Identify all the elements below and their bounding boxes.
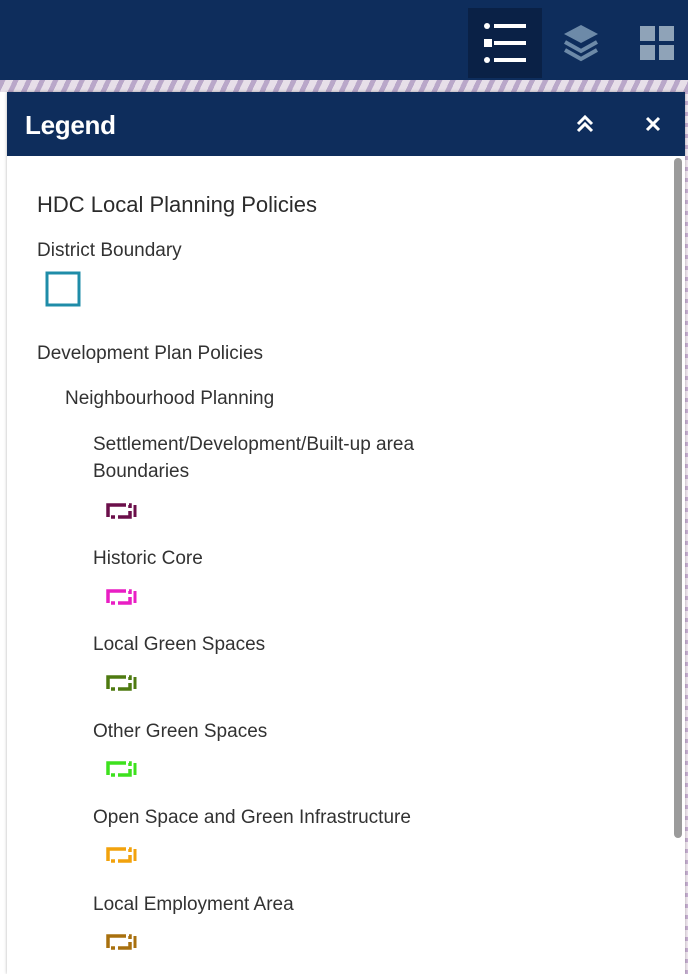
legend-item-swatch bbox=[106, 675, 137, 691]
district-boundary-swatch bbox=[45, 271, 81, 307]
legend-tool-button[interactable] bbox=[468, 8, 542, 78]
basemap-tool-button[interactable] bbox=[620, 8, 688, 78]
legend-item-swatch bbox=[106, 589, 137, 605]
legend-item-label: Settlement/Development/Built-up area bbox=[93, 434, 415, 455]
collapse-panel-button[interactable] bbox=[571, 110, 599, 138]
legend-panel: Legend HDC Local Planning Policies Distr… bbox=[7, 92, 685, 974]
legend-item-label: Other Green Spaces bbox=[93, 721, 268, 742]
close-panel-button[interactable] bbox=[639, 110, 667, 138]
legend-panel-header: Legend bbox=[7, 92, 685, 156]
legend-list-icon bbox=[484, 23, 526, 63]
legend-scrollbar[interactable] bbox=[671, 156, 685, 974]
layers-tool-button[interactable] bbox=[544, 8, 618, 78]
legend-item-swatch bbox=[106, 934, 137, 950]
legend-item-label: Local Green Spaces bbox=[93, 634, 266, 655]
legend-item-label: Local Employment Area bbox=[93, 894, 294, 915]
panel-title: Legend bbox=[25, 110, 116, 140]
legend-item-swatch bbox=[106, 761, 137, 777]
legend-item-label: Boundaries bbox=[93, 461, 190, 482]
close-icon bbox=[645, 116, 661, 132]
layer-title: HDC Local Planning Policies bbox=[37, 192, 318, 217]
layers-icon bbox=[564, 25, 598, 62]
legend-content: HDC Local Planning Policies District Bou… bbox=[7, 156, 671, 974]
legend-item-swatch bbox=[106, 847, 137, 863]
subgroup-label: Neighbourhood Planning bbox=[65, 388, 275, 409]
legend-item-label: Historic Core bbox=[93, 548, 203, 569]
legend-item-label: Open Space and Green Infrastructure bbox=[93, 807, 411, 828]
legend-item-swatch bbox=[106, 503, 137, 519]
map-background[interactable] bbox=[0, 80, 688, 92]
top-toolbar bbox=[0, 0, 688, 80]
group-label: Development Plan Policies bbox=[37, 343, 264, 364]
district-boundary-label: District Boundary bbox=[37, 240, 182, 261]
grid-icon bbox=[640, 26, 674, 60]
scrollbar-thumb[interactable] bbox=[674, 158, 682, 838]
double-chevron-up-icon bbox=[576, 114, 594, 133]
